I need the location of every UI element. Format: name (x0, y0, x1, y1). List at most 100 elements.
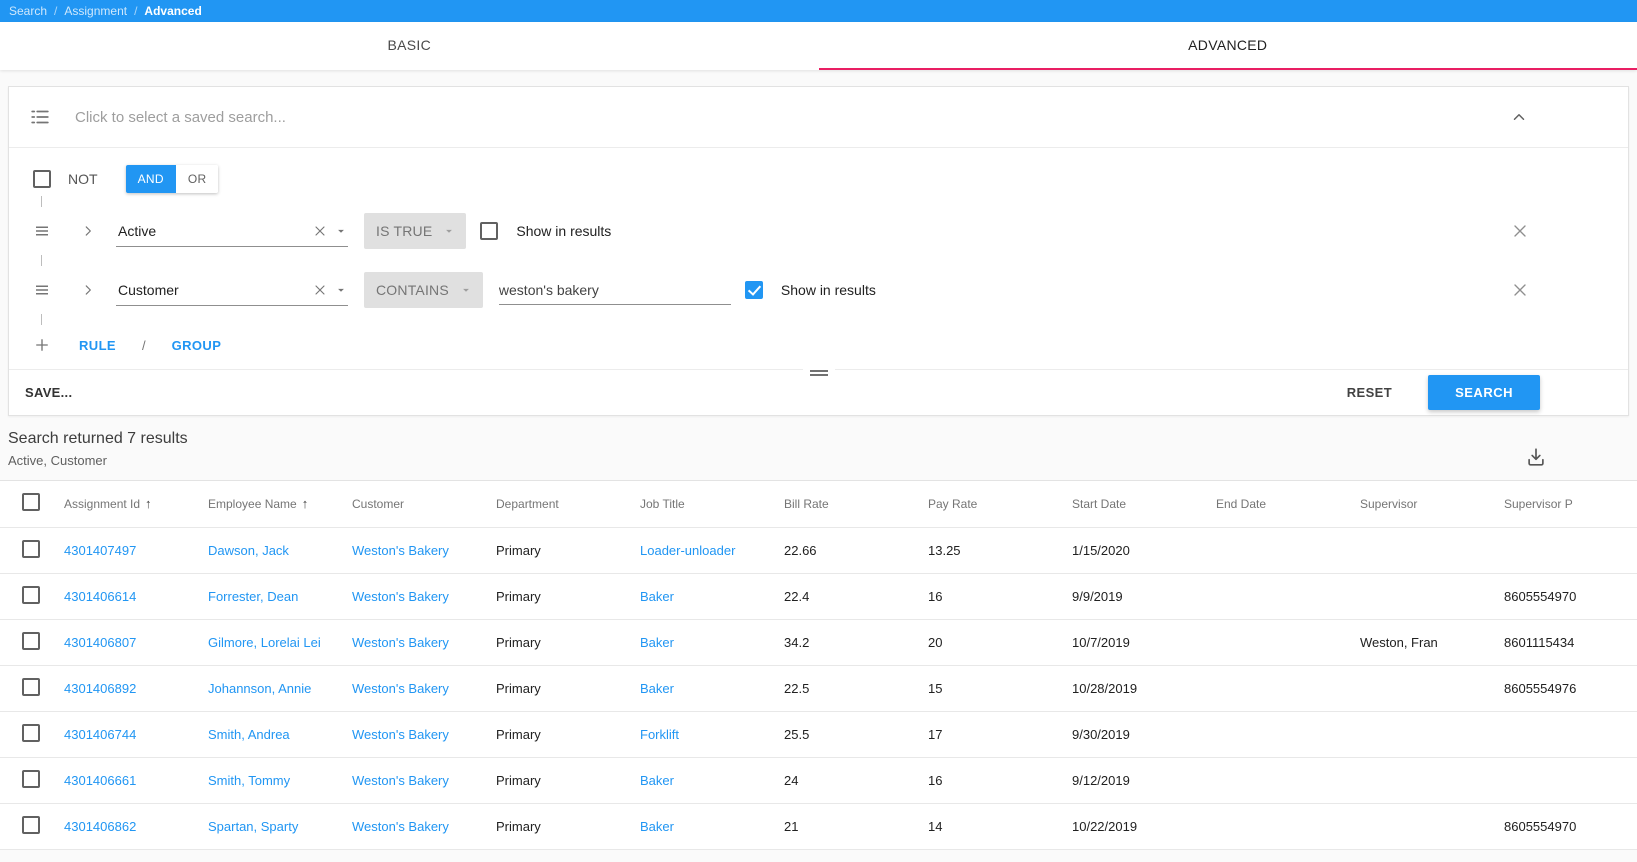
column-header-department[interactable]: Department (496, 481, 640, 528)
table-cell: Weston's Bakery (352, 803, 496, 850)
column-header-customer[interactable]: Customer (352, 481, 496, 528)
column-header-supervisor[interactable]: Supervisor (1360, 481, 1504, 528)
tab-basic[interactable]: BASIC (0, 22, 819, 70)
table-cell: 16 (928, 573, 1072, 620)
column-header-end-date[interactable]: End Date (1216, 481, 1360, 528)
cell-link[interactable]: Baker (640, 773, 674, 788)
show-in-results-checkbox[interactable] (744, 281, 763, 299)
not-checkbox[interactable] (33, 170, 51, 188)
reset-button[interactable]: RESET (1341, 377, 1398, 408)
column-header-job-title[interactable]: Job Title (640, 481, 784, 528)
cell-link[interactable]: 4301406744 (64, 727, 136, 742)
cell-link[interactable]: Weston's Bakery (352, 543, 449, 558)
table-cell: 21 (784, 803, 928, 850)
delete-rule-icon[interactable] (1510, 280, 1530, 300)
cell-link[interactable]: 4301406892 (64, 681, 136, 696)
save-button[interactable]: SAVE... (25, 385, 72, 400)
table-cell: 4301406744 (64, 711, 208, 758)
cell-link[interactable]: 4301406614 (64, 589, 136, 604)
sort-ascending-icon[interactable]: ↑ (145, 496, 152, 511)
cell-link[interactable]: Forrester, Dean (208, 589, 298, 604)
row-checkbox[interactable] (22, 585, 40, 604)
tree-connector (41, 314, 42, 325)
row-checkbox[interactable] (22, 769, 40, 788)
drag-handle-icon[interactable] (33, 281, 51, 299)
search-button[interactable]: SEARCH (1428, 375, 1540, 410)
cell-link[interactable]: Baker (640, 589, 674, 604)
column-label: Employee Name (208, 497, 297, 512)
table-cell: Weston, Fran (1360, 619, 1504, 666)
add-rule-button[interactable]: RULE (79, 338, 116, 353)
cell-link[interactable]: Smith, Andrea (208, 727, 290, 742)
breadcrumb-item-search[interactable]: Search (9, 4, 47, 18)
dropdown-caret-icon (442, 224, 456, 238)
cell-link[interactable]: Johannson, Annie (208, 681, 311, 696)
column-label: End Date (1216, 496, 1267, 511)
cell-link[interactable]: Baker (640, 681, 674, 696)
clear-field-icon[interactable] (312, 223, 328, 239)
clear-field-icon[interactable] (312, 282, 328, 298)
cell-link[interactable]: Baker (640, 819, 674, 834)
cell-link[interactable]: 4301406807 (64, 635, 136, 650)
sort-ascending-icon[interactable]: ↑ (302, 496, 309, 511)
field-select[interactable]: Customer (116, 274, 348, 306)
table-cell: 9/30/2019 (1072, 711, 1216, 758)
collapse-chevron-up-icon[interactable] (1510, 108, 1528, 126)
cell-link[interactable]: 4301407497 (64, 543, 136, 558)
cell-link[interactable]: Weston's Bakery (352, 681, 449, 696)
saved-search-selector[interactable]: Click to select a saved search... (9, 87, 1628, 148)
column-header-start-date[interactable]: Start Date (1072, 481, 1216, 528)
breadcrumb-item-assignment[interactable]: Assignment (64, 4, 127, 18)
or-button[interactable]: OR (175, 165, 219, 193)
cell-link[interactable]: Baker (640, 635, 674, 650)
add-group-button[interactable]: GROUP (172, 338, 222, 353)
dropdown-caret-icon[interactable] (334, 283, 348, 297)
cell-link[interactable]: Forklift (640, 727, 679, 742)
row-select-cell (0, 665, 64, 712)
resize-handle-icon[interactable] (802, 362, 835, 384)
table-cell: 8605554970 (1504, 573, 1637, 620)
operator-select[interactable]: CONTAINS (364, 272, 483, 308)
select-all-checkbox[interactable] (22, 493, 40, 512)
tab-advanced[interactable]: ADVANCED (818, 22, 1637, 70)
row-checkbox[interactable] (22, 677, 40, 696)
row-checkbox[interactable] (22, 539, 40, 558)
table-cell: 8601115434 (1504, 619, 1637, 666)
and-button[interactable]: AND (125, 165, 176, 193)
cell-link[interactable]: Weston's Bakery (352, 773, 449, 788)
cell-link[interactable]: Weston's Bakery (352, 589, 449, 604)
table-row: 4301406744 Smith, Andrea Weston's Bakery Pr… (0, 711, 1637, 758)
show-in-results-checkbox[interactable] (480, 222, 499, 240)
dropdown-caret-icon[interactable] (334, 224, 348, 238)
cell-link[interactable]: Dawson, Jack (208, 543, 289, 558)
tree-connector (41, 255, 42, 266)
cell-link[interactable]: Spartan, Sparty (208, 819, 298, 834)
cell-link[interactable]: Gilmore, Lorelai Lei (208, 635, 321, 650)
cell-link[interactable]: 4301406661 (64, 773, 136, 788)
cell-link[interactable]: Weston's Bakery (352, 819, 449, 834)
column-header-pay-rate[interactable]: Pay Rate (928, 481, 1072, 528)
operator-select[interactable]: IS TRUE (364, 213, 467, 249)
download-icon[interactable] (1525, 446, 1547, 468)
table-cell: 22.5 (784, 665, 928, 712)
chevron-right-icon[interactable] (81, 224, 95, 238)
chevron-right-icon[interactable] (81, 283, 95, 297)
cell-link[interactable]: Smith, Tommy (208, 773, 290, 788)
delete-rule-icon[interactable] (1510, 221, 1530, 241)
row-checkbox[interactable] (22, 815, 40, 834)
row-checkbox[interactable] (22, 631, 40, 650)
row-checkbox[interactable] (22, 723, 40, 742)
row-select-cell (0, 803, 64, 850)
column-header-assignment-id[interactable]: Assignment Id ↑ (64, 481, 208, 528)
column-header-bill-rate[interactable]: Bill Rate (784, 481, 928, 528)
column-header-supervisor-p[interactable]: Supervisor P (1504, 481, 1637, 528)
rule-value-input[interactable] (498, 275, 731, 305)
drag-handle-icon[interactable] (33, 222, 51, 240)
cell-link[interactable]: Weston's Bakery (352, 635, 449, 650)
cell-link[interactable]: Loader-unloader (640, 543, 735, 558)
column-header-employee-name[interactable]: Employee Name ↑ (208, 481, 352, 528)
cell-link[interactable]: 4301406862 (64, 819, 136, 834)
field-select[interactable]: Active (116, 215, 348, 247)
cell-link[interactable]: Weston's Bakery (352, 727, 449, 742)
column-label: Job Title (640, 496, 685, 511)
